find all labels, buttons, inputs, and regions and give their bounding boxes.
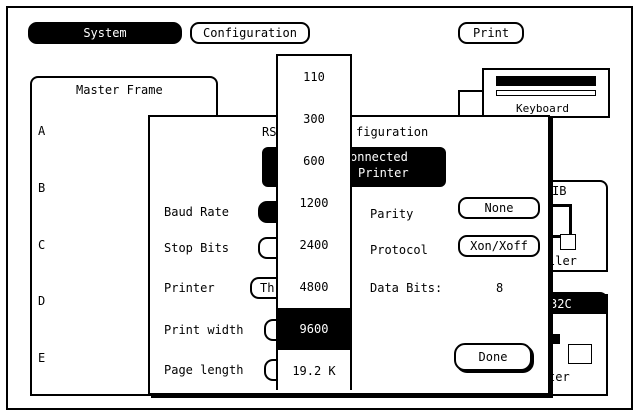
rs232-header: 32C <box>542 294 608 314</box>
slot-label-a: A <box>38 124 46 138</box>
keyboard-card[interactable]: Keyboard <box>482 68 610 118</box>
master-frame-title: Master Frame <box>76 83 163 97</box>
page-length-label: Page length <box>164 363 244 377</box>
rs232-card[interactable]: 32C ter <box>540 292 608 396</box>
keyboard-keys-mid <box>496 90 596 96</box>
protocol-value: Xon/Xoff <box>470 239 528 253</box>
configuration-button-label: Configuration <box>203 26 297 40</box>
dialog-title-left: RS <box>262 125 277 139</box>
rs232-label-fragment: 32C <box>550 297 572 311</box>
baud-option-9600[interactable]: 9600 <box>278 308 350 351</box>
keyboard-label: Keyboard <box>516 102 569 115</box>
controller-label-fragment: ller <box>548 254 577 268</box>
baud-option-300-label: 300 <box>303 112 325 126</box>
printer-label: Printer <box>164 281 215 295</box>
protocol-button[interactable]: Xon/Xoff <box>458 235 540 257</box>
baud-option-9600-label: 9600 <box>299 322 329 336</box>
baud-option-4800-label: 4800 <box>299 280 329 294</box>
dialog-title-right: figuration <box>356 125 429 139</box>
print-width-label: Print width <box>164 323 244 337</box>
gpib-card[interactable]: IB ller <box>540 180 608 272</box>
connected-label-line2: Printer <box>358 166 409 180</box>
baud-option-4800[interactable]: 4800 <box>278 266 350 309</box>
parity-button[interactable]: None <box>458 197 540 219</box>
data-bits-value: 8 <box>496 281 504 295</box>
baud-rate-dropdown[interactable]: 110 300 600 1200 2400 4800 9600 19.2 K <box>276 54 352 392</box>
slot-label-e: E <box>38 351 46 365</box>
baud-option-600[interactable]: 600 <box>278 140 350 183</box>
printer-field-fragment: Th <box>260 281 275 295</box>
connected-label-line1: onnected <box>350 150 408 164</box>
system-button[interactable]: System <box>28 22 182 44</box>
parity-label: Parity <box>370 207 414 221</box>
baud-option-2400[interactable]: 2400 <box>278 224 350 267</box>
done-label: Done <box>478 350 508 364</box>
slot-label-b: B <box>38 181 46 195</box>
print-button-label: Print <box>472 26 510 40</box>
baud-option-300[interactable]: 300 <box>278 98 350 141</box>
baud-option-19-2k-label: 19.2 K <box>292 364 336 378</box>
system-button-label: System <box>83 26 127 40</box>
printer-card-label-fragment: ter <box>548 370 570 384</box>
rs232-small-box <box>568 344 592 364</box>
keyboard-keys-top <box>496 76 596 86</box>
gpib-small-box <box>560 234 576 250</box>
data-bits-label: Data Bits: <box>370 281 443 295</box>
baud-rate-label: Baud Rate <box>164 205 230 219</box>
done-button[interactable]: Done <box>454 343 532 371</box>
stop-bits-label: Stop Bits <box>164 241 230 255</box>
parity-value: None <box>484 201 514 215</box>
baud-option-19-2k[interactable]: 19.2 K <box>278 350 350 392</box>
configuration-button[interactable]: Configuration <box>190 22 310 44</box>
baud-option-110[interactable]: 110 <box>278 56 350 99</box>
slot-label-d: D <box>38 294 46 308</box>
rs232-device-icon <box>550 334 560 344</box>
slot-label-c: C <box>38 238 46 252</box>
print-button[interactable]: Print <box>458 22 524 44</box>
protocol-label: Protocol <box>370 243 428 257</box>
gpib-label-fragment: IB <box>552 184 567 198</box>
baud-option-600-label: 600 <box>303 154 325 168</box>
baud-option-1200-label: 1200 <box>299 196 329 210</box>
baud-option-2400-label: 2400 <box>299 238 329 252</box>
baud-option-1200[interactable]: 1200 <box>278 182 350 225</box>
baud-option-110-label: 110 <box>303 70 325 84</box>
